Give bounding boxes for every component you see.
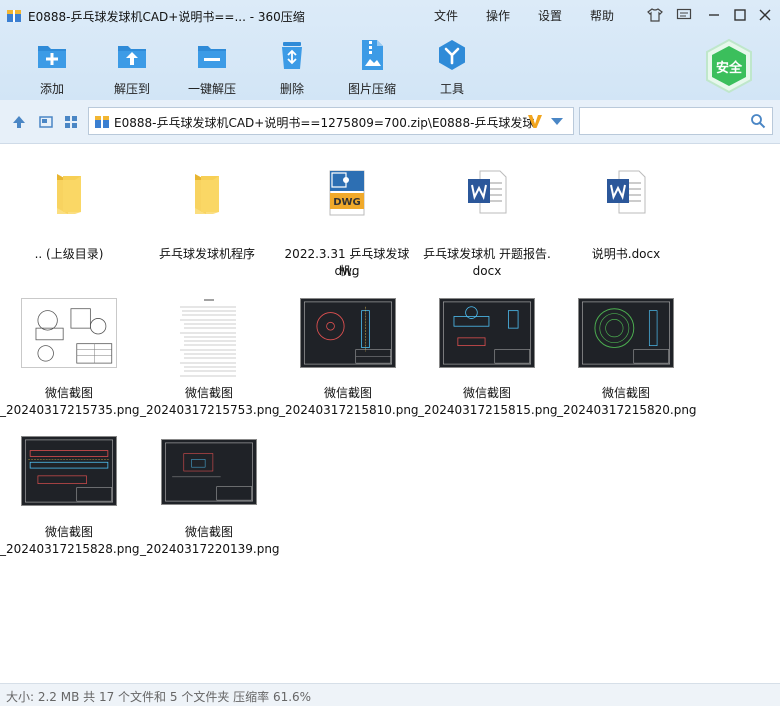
safe-label: 安全 [715,61,742,76]
file-name: 微信截图 [462,386,511,400]
menu-help[interactable]: 帮助 [590,7,614,24]
cad-thumbnail [439,298,535,368]
extract-icon [118,46,146,68]
image-compress-icon [362,40,383,70]
search-box[interactable] [579,107,773,135]
address-row: E0888-乒乓球发球机CAD+说明书==1275809=700.zip\E08… [0,100,780,144]
cad-thumbnail [161,439,257,505]
list-item-png[interactable]: 微信截图 _20240317215815.png [418,295,558,425]
list-item-docx[interactable]: 说明书.docx [557,165,695,285]
chevron-down-icon[interactable] [551,118,563,125]
file-name: 乒乓球发球机程序 [158,247,255,261]
folder-icon [195,174,219,214]
list-item-folder[interactable]: 乒乓球发球机程序 [138,165,276,285]
file-name-ext: dwg [334,264,360,278]
one-click-extract-button[interactable]: 一键解压 [177,38,247,98]
file-name: .. (上级目录) [34,247,104,261]
file-name-ext: _20240317220139.png [140,542,280,556]
add-button[interactable]: 添加 [17,38,87,98]
zip-file-icon [95,116,109,128]
delete-label: 删除 [279,82,304,96]
menu-file[interactable]: 文件 [434,7,458,24]
recycle-bin-icon [282,42,302,69]
title-bar: E0888-乒乓球发球机CAD+说明书==... - 360压缩 文件 操作 设… [0,0,780,32]
list-item-png[interactable]: 微信截图 _20240317215828.png [0,434,140,564]
minimize-button[interactable] [705,6,723,24]
file-name-ext: _20240317215735.png [0,403,140,417]
app-icon [7,10,21,22]
status-text: 大小: 2.2 MB 共 17 个文件和 5 个文件夹 压缩率 61.6% [6,690,312,704]
cad-thumbnail [21,436,117,506]
window-title: E0888-乒乓球发球机CAD+说明书==... - 360压缩 [28,10,305,24]
list-item-docx[interactable]: 乒乓球发球机 开题报告. docx [418,165,556,285]
file-name-ext: docx [472,264,502,278]
skin-icon[interactable] [646,6,664,24]
add-icon [38,46,66,68]
dwg-file-icon: DWG [329,170,365,216]
file-name-ext: _20240317215815.png [418,403,558,417]
folder-icon [57,174,81,214]
list-item-png[interactable]: 微信截图 _20240317215753.png [140,295,280,425]
drawing-thumbnail [21,298,117,368]
word-file-icon [468,170,507,214]
extract-to-button[interactable]: 解压到 [97,38,167,98]
file-name-ext: _20240317215810.png [279,403,419,417]
list-item-dwg[interactable]: DWG 2022.3.31 乒乓球发球机. dwg [278,165,416,285]
tools-icon [439,40,465,70]
extract-label: 解压到 [113,82,150,96]
file-name: 微信截图 [184,525,233,539]
list-item-png[interactable]: 微信截图 _20240317220139.png [140,434,280,564]
feedback-icon[interactable] [675,6,693,24]
one-click-extract-icon [198,46,226,68]
list-item-png[interactable]: 微信截图 _20240317215810.png [279,295,419,425]
one-click-extract-label: 一键解压 [187,82,236,96]
verified-icon [528,115,542,128]
close-button[interactable] [756,6,774,24]
delete-button[interactable]: 删除 [257,38,327,98]
maximize-button[interactable] [731,6,749,24]
safe-badge[interactable]: 安全 [703,38,755,94]
status-bar: 大小: 2.2 MB 共 17 个文件和 5 个文件夹 压缩率 61.6% [0,683,780,706]
grid-view-icon[interactable] [63,114,79,130]
image-compress-label: 图片压缩 [347,82,396,96]
image-compress-button[interactable]: 图片压缩 [337,38,407,98]
tools-label: 工具 [439,82,464,96]
file-name: 微信截图 [44,386,93,400]
search-icon[interactable] [750,113,766,129]
list-item-parent-dir[interactable]: .. (上级目录) [0,165,138,285]
menu-settings[interactable]: 设置 [538,7,562,24]
menu-operate[interactable]: 操作 [486,7,510,24]
file-name: 微信截图 [323,386,372,400]
cad-thumbnail [578,298,674,368]
list-item-png[interactable]: 微信截图 _20240317215820.png [557,295,697,425]
window-header: E0888-乒乓球发球机CAD+说明书==... - 360压缩 文件 操作 设… [0,0,780,100]
file-name: 微信截图 [44,525,93,539]
search-input[interactable] [584,111,744,131]
file-list: .. (上级目录) 乒乓球发球机程序 DWG 2022.3.31 乒乓球发球机.… [0,145,780,683]
cad-thumbnail [300,298,396,368]
file-name-ext: _20240317215753.png [140,403,280,417]
file-name: 微信截图 [601,386,650,400]
dwg-badge: DWG [333,197,361,208]
up-arrow-icon[interactable] [11,114,27,130]
view-mode-icon[interactable] [38,114,54,130]
document-thumbnail [176,295,242,381]
address-path: E0888-乒乓球发球机CAD+说明书==1275809=700.zip\E08… [114,116,534,130]
file-name: 乒乓球发球机 开题报告. [423,247,551,261]
file-name-ext: _20240317215820.png [557,403,697,417]
file-name: 说明书.docx [591,247,661,261]
add-label: 添加 [39,82,64,96]
word-file-icon [607,170,646,214]
address-bar[interactable]: E0888-乒乓球发球机CAD+说明书==1275809=700.zip\E08… [88,107,574,135]
tools-button[interactable]: 工具 [417,38,487,98]
file-name: 微信截图 [184,386,233,400]
list-item-png[interactable]: 微信截图 _20240317215735.png [0,295,140,425]
file-name-ext: _20240317215828.png [0,542,140,556]
